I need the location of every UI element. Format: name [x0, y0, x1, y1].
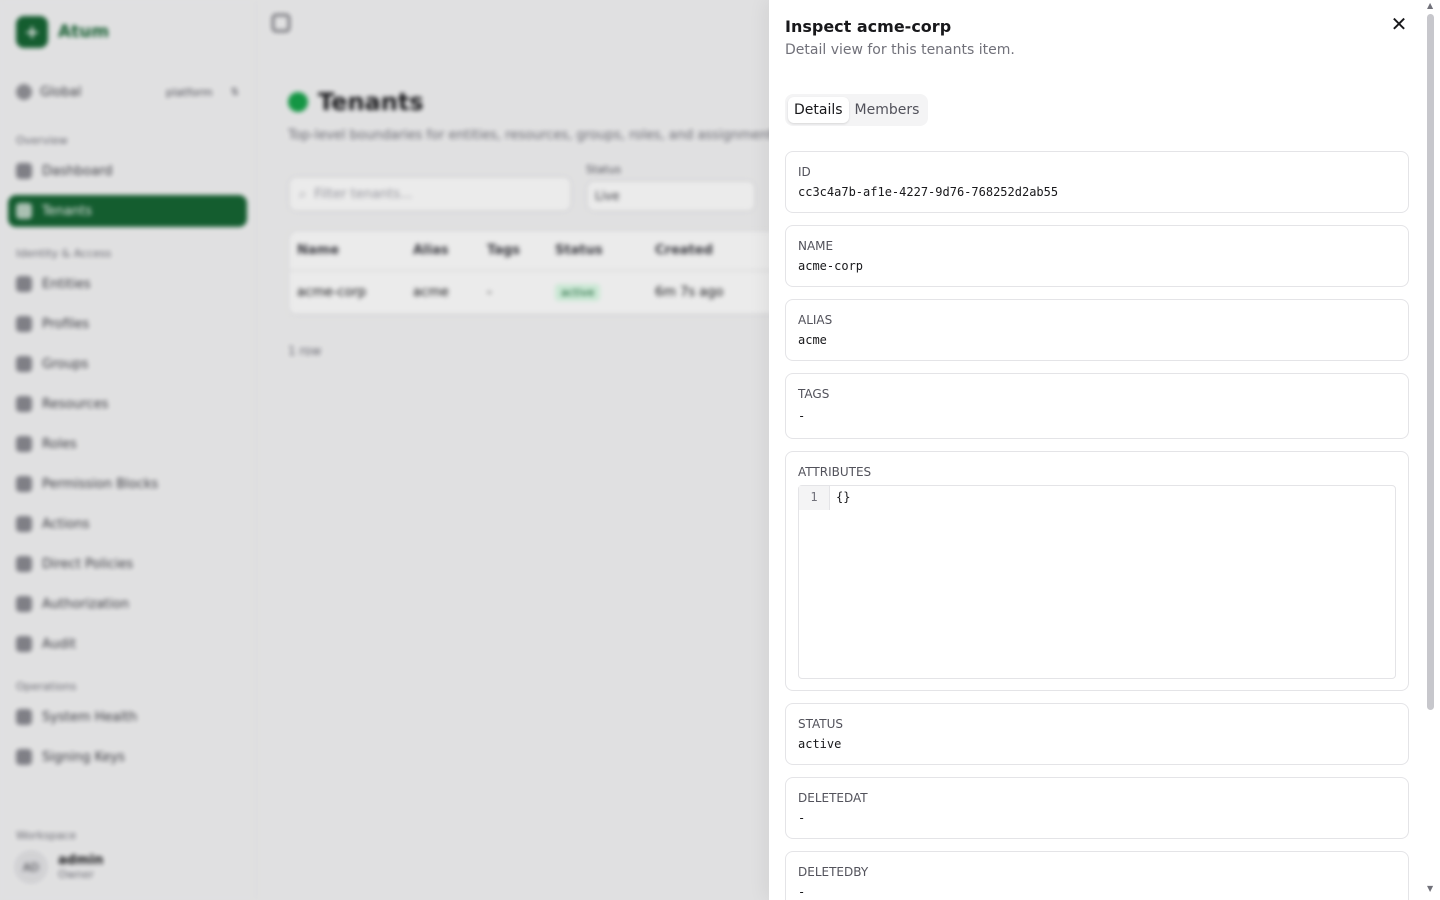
field-label: TAGS [798, 387, 830, 401]
field-status: STATUS active [785, 703, 1409, 765]
scroll-down-arrow-icon[interactable]: ▼ [1427, 884, 1433, 893]
code-content: {} [836, 490, 851, 504]
field-name: NAME acme-corp [785, 225, 1409, 287]
drawer-scrollbar[interactable] [1427, 14, 1434, 710]
field-label: ALIAS [798, 313, 833, 327]
field-alias: ALIAS acme [785, 299, 1409, 361]
field-tags: TAGS - [785, 373, 1409, 439]
tab-details[interactable]: Details [788, 97, 849, 123]
attributes-code-editor[interactable]: 1 {} [798, 485, 1396, 679]
field-label: DELETEDBY [798, 865, 869, 879]
line-number: 1 [799, 486, 830, 510]
field-value: - [798, 811, 806, 825]
drawer-subtitle: Detail view for this tenants item. [785, 42, 1015, 58]
field-deletedat: DELETEDAT - [785, 777, 1409, 839]
field-value: acme-corp [798, 259, 864, 273]
field-label: ID [798, 165, 811, 179]
field-value: cc3c4a7b-af1e-4227-9d76-768252d2ab55 [798, 185, 1059, 199]
field-id: ID cc3c4a7b-af1e-4227-9d76-768252d2ab55 [785, 151, 1409, 213]
field-value: active [798, 737, 842, 751]
field-value: - [798, 885, 806, 899]
inspect-drawer: Inspect acme-corp Detail view for this t… [769, 0, 1440, 900]
field-label: ATTRIBUTES [798, 465, 872, 479]
scroll-up-arrow-icon[interactable]: ▲ [1427, 1, 1433, 10]
field-label: NAME [798, 239, 834, 253]
close-icon[interactable]: ✕ [1389, 15, 1409, 35]
field-value: - [798, 409, 806, 423]
field-attributes: ATTRIBUTES 1 {} [785, 451, 1409, 691]
detail-fields: ID cc3c4a7b-af1e-4227-9d76-768252d2ab55 … [785, 151, 1409, 900]
drawer-tabs: Details Members [785, 94, 929, 126]
field-deletedby: DELETEDBY - [785, 851, 1409, 900]
field-value: acme [798, 333, 827, 347]
field-label: STATUS [798, 717, 844, 731]
drawer-title: Inspect acme-corp [785, 17, 952, 36]
field-label: DELETEDAT [798, 791, 868, 805]
tab-members[interactable]: Members [849, 97, 926, 123]
